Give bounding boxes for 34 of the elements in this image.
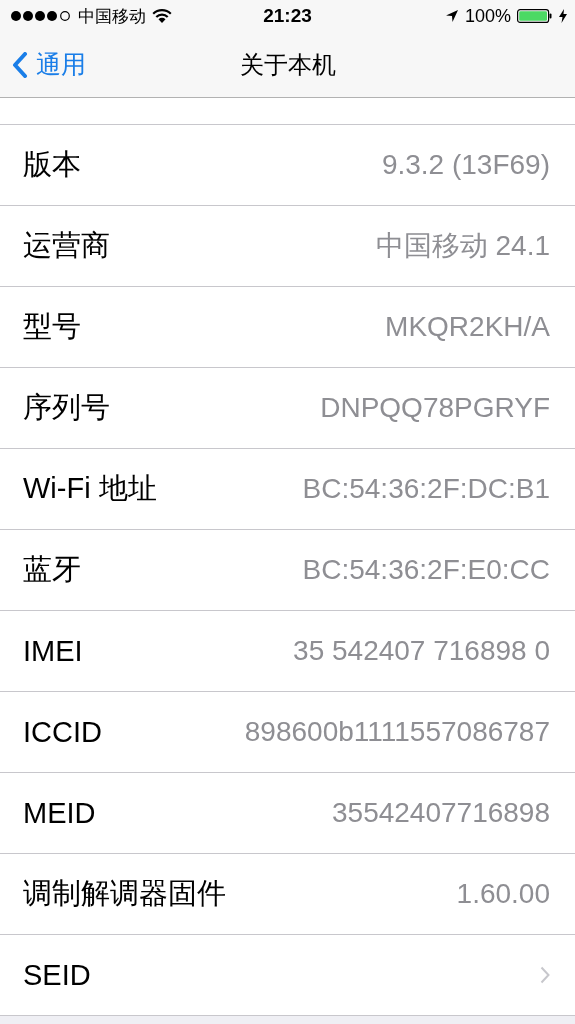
row-label: 版本	[23, 147, 81, 182]
page-title: 关于本机	[239, 49, 336, 80]
row-label: 型号	[23, 309, 81, 344]
row-value: BC:54:36:2F:DC:B1	[302, 473, 550, 505]
status-time: 21:23	[263, 5, 312, 27]
row-value: 中国移动 24.1	[375, 229, 550, 263]
row-value: 9.3.2 (13F69)	[381, 149, 550, 181]
row-label: Wi-Fi 地址	[23, 471, 157, 506]
row-value: MKQR2KH/A	[385, 311, 550, 343]
row-label: 调制解调器固件	[23, 876, 226, 911]
charging-bolt-icon	[559, 9, 567, 23]
chevron-icon	[540, 966, 550, 984]
back-chevron-icon	[12, 51, 28, 78]
row-label: IMEI	[23, 634, 83, 668]
row-label: 序列号	[23, 390, 110, 425]
row-value: 35542407716898	[332, 797, 550, 829]
row-value: 1.60.00	[456, 878, 550, 910]
row-value: DNPQQ78PGRYF	[320, 392, 550, 424]
back-button[interactable]: 通用	[0, 42, 86, 87]
row-label: ICCID	[23, 715, 102, 749]
row-label: MEID	[23, 796, 96, 830]
row-label: SEID	[23, 958, 91, 992]
battery-icon	[517, 9, 553, 23]
row-value: 898600b1111557086787	[244, 716, 550, 748]
row-value: BC:54:36:2F:E0:CC	[302, 554, 550, 586]
row-value: 35 542407 716898 0	[293, 635, 550, 667]
row-label: 蓝牙	[23, 552, 81, 587]
link-row[interactable]: SEID	[0, 935, 575, 1016]
carrier-name: 中国移动	[78, 5, 146, 28]
battery-percent: 100%	[464, 5, 511, 27]
row-label: 运营商	[23, 228, 110, 263]
wifi-icon	[152, 8, 172, 24]
signal-icon	[10, 10, 72, 22]
location-arrow-icon	[444, 9, 459, 23]
